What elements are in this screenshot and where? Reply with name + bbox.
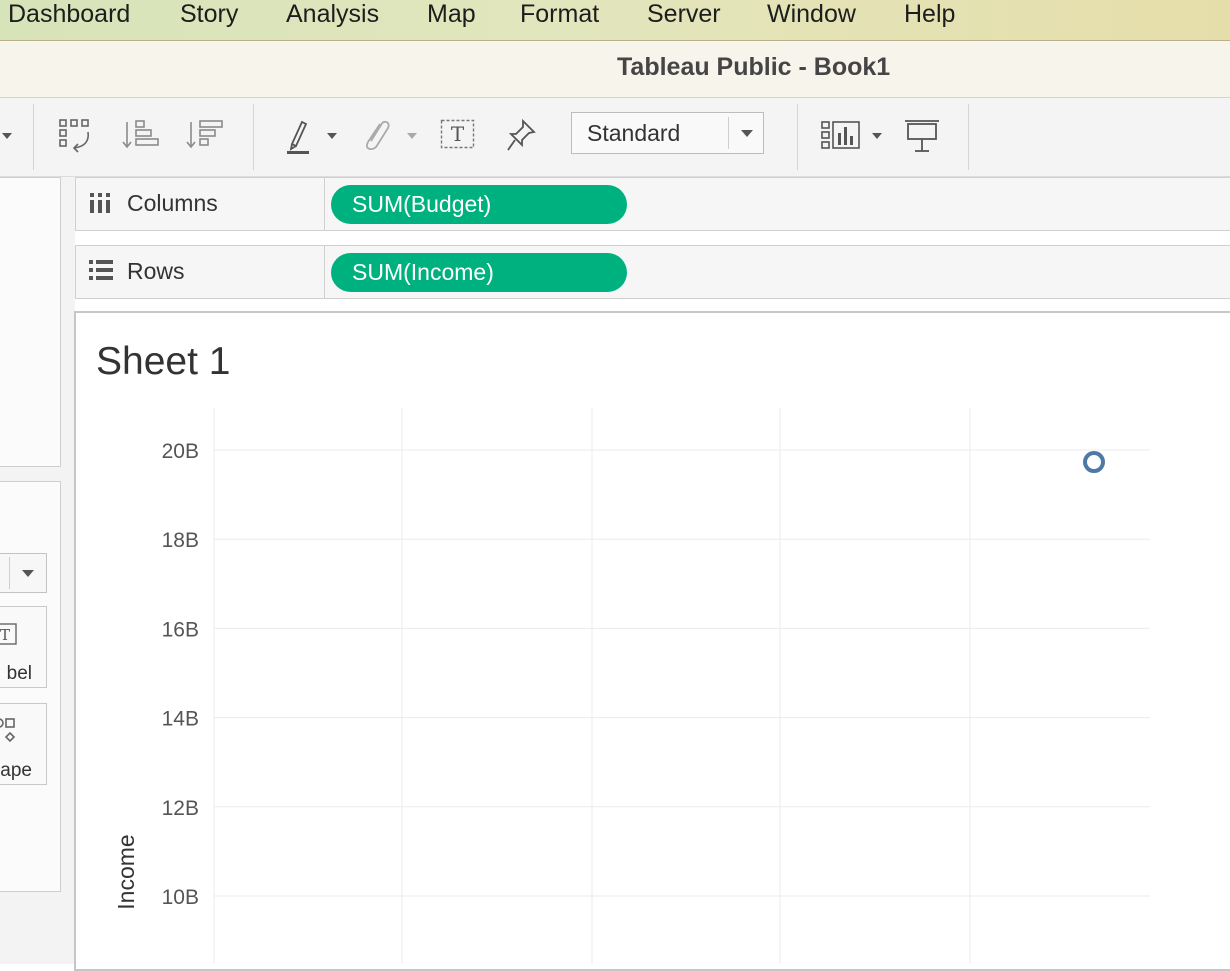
scatter-point: [1083, 451, 1105, 474]
y-tick-label: 20B: [162, 440, 199, 463]
y-tick-label: 14B: [162, 708, 199, 731]
y-tick-label: 18B: [162, 529, 199, 552]
scatter-chart: 20B 18B 16B 14B 12B 10B Income: [113, 408, 1150, 964]
y-axis-title: Income: [113, 834, 139, 909]
y-tick-label: 10B: [162, 886, 199, 909]
y-tick-label: 16B: [162, 618, 199, 641]
y-tick-label: 12B: [162, 797, 199, 820]
